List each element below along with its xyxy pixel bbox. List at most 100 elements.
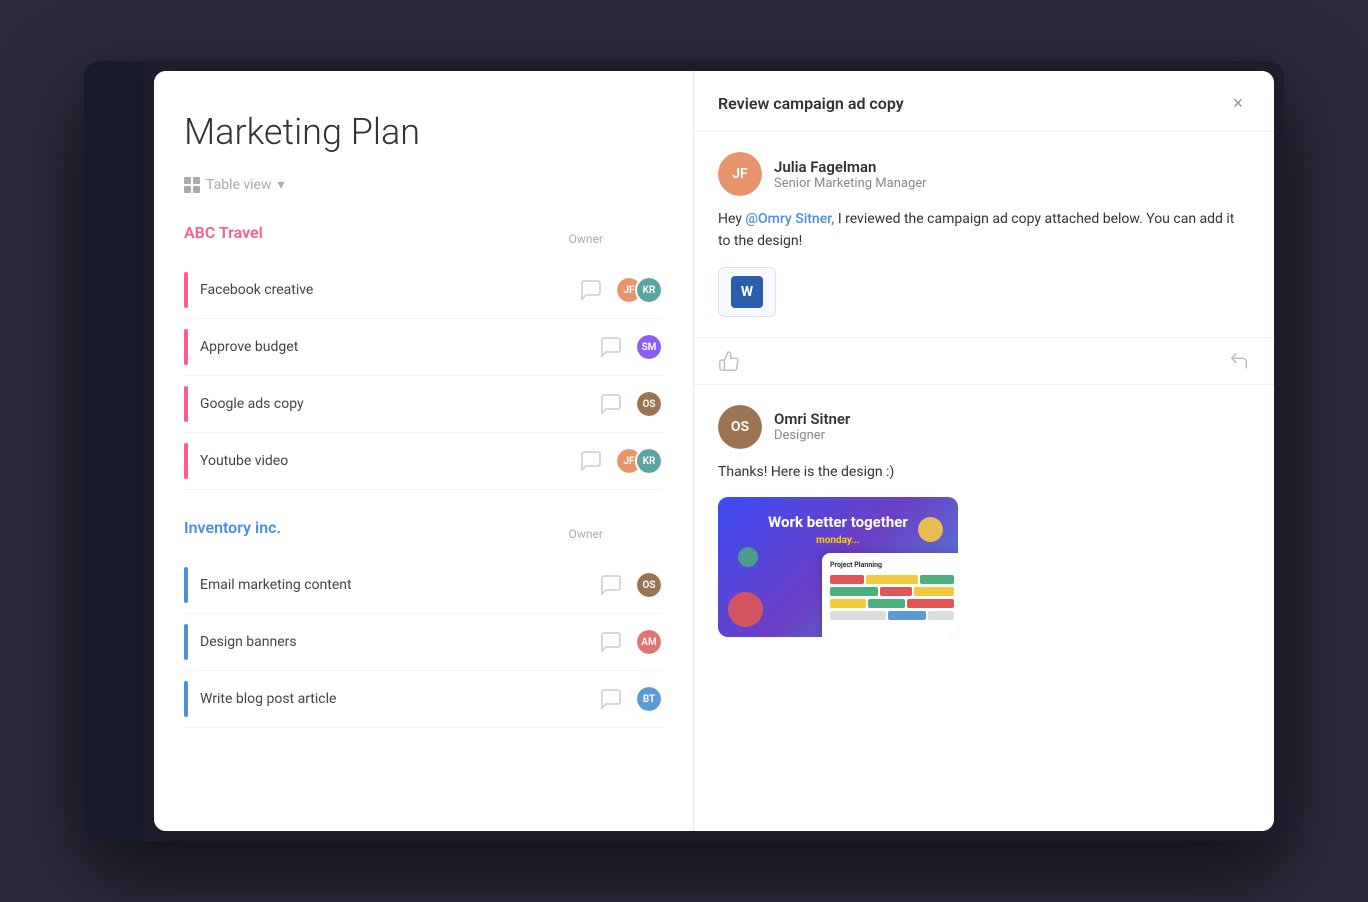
cell	[920, 575, 954, 584]
task-row[interactable]: Youtube video JF KR	[184, 433, 663, 490]
design-card: Project Planning	[822, 553, 958, 637]
task-name: Facebook creative	[200, 282, 579, 298]
cell	[830, 587, 878, 596]
reply-icon	[1228, 350, 1250, 372]
task-actions: BT	[599, 685, 663, 713]
sender-role-julia: Senior Marketing Manager	[774, 176, 927, 191]
avatar-group: AM	[635, 628, 663, 656]
avatar-group: JF KR	[615, 276, 663, 304]
card-row	[830, 575, 954, 584]
card-rows	[830, 575, 954, 620]
close-button[interactable]: ×	[1226, 91, 1250, 115]
task-color-bar	[184, 567, 188, 603]
group-title-abc: ABC Travel	[184, 223, 263, 242]
comment-icon	[599, 630, 623, 654]
design-circle-green	[738, 547, 758, 567]
chevron-down-icon: ▾	[278, 177, 285, 193]
group-abc-travel: ABC Travel Owner Facebook creative JF KR	[184, 223, 663, 490]
cell	[866, 575, 917, 584]
design-circle-yellow	[918, 517, 943, 542]
comment-icon	[599, 687, 623, 711]
task-row[interactable]: Email marketing content OS	[184, 557, 663, 614]
page-title: Marketing Plan	[184, 111, 663, 153]
task-name: Approve budget	[200, 339, 599, 355]
view-label: Table view	[206, 177, 272, 193]
sender-info-omri: Omri Sitner Designer	[774, 410, 850, 443]
card-row	[830, 599, 954, 608]
mention-omry: @Omry Sitner,	[745, 211, 834, 227]
cell	[830, 611, 886, 620]
task-actions: OS	[599, 571, 663, 599]
group-owner-inventory: Owner	[569, 527, 663, 541]
cell	[830, 599, 866, 608]
task-color-bar	[184, 329, 188, 365]
task-actions: AM	[599, 628, 663, 656]
task-row[interactable]: Write blog post article BT	[184, 671, 663, 728]
comment-icon	[599, 335, 623, 359]
comment-icon	[579, 449, 603, 473]
task-color-bar	[184, 681, 188, 717]
sender-avatar-julia: JF	[718, 152, 762, 196]
task-row[interactable]: Facebook creative JF KR	[184, 262, 663, 319]
thumbs-up-icon	[718, 350, 740, 372]
messages-area: JF Julia Fagelman Senior Marketing Manag…	[694, 132, 1274, 831]
avatar: KR	[635, 276, 663, 304]
task-color-bar	[184, 624, 188, 660]
task-row[interactable]: Design banners AM	[184, 614, 663, 671]
avatar: KR	[635, 447, 663, 475]
reply-button[interactable]	[1228, 350, 1250, 372]
cell	[830, 575, 864, 584]
task-row[interactable]: Google ads copy OS	[184, 376, 663, 433]
avatar-group: SM	[635, 333, 663, 361]
avatar: BT	[635, 685, 663, 713]
cell	[888, 611, 926, 620]
message-text-julia: Hey @Omry Sitner, I reviewed the campaig…	[718, 208, 1250, 253]
group-header-inventory: Inventory inc. Owner	[184, 518, 663, 549]
sender-name-julia: Julia Fagelman	[774, 158, 927, 176]
card-row	[830, 611, 954, 620]
right-panel: Review campaign ad copy × JF Julia Fagel…	[694, 71, 1274, 831]
sender-role-omri: Designer	[774, 428, 850, 443]
card-title: Project Planning	[830, 561, 954, 569]
cell	[880, 587, 912, 596]
group-header-abc: ABC Travel Owner	[184, 223, 663, 254]
comment-icon	[579, 278, 603, 302]
cell	[868, 599, 904, 608]
task-name: Google ads copy	[200, 396, 599, 412]
word-icon: W	[731, 276, 763, 308]
reaction-row	[694, 338, 1274, 385]
comment-icon	[599, 392, 623, 416]
message-block-julia: JF Julia Fagelman Senior Marketing Manag…	[694, 132, 1274, 338]
task-name: Email marketing content	[200, 577, 599, 593]
sidebar	[84, 61, 144, 841]
avatar: OS	[635, 571, 663, 599]
table-icon	[184, 177, 200, 193]
like-button[interactable]	[718, 350, 740, 372]
text-prefix: Hey	[718, 211, 745, 227]
task-row[interactable]: Approve budget SM	[184, 319, 663, 376]
cell	[907, 599, 954, 608]
design-preview: Work better together monday... Project P…	[718, 497, 958, 637]
avatar: AM	[635, 628, 663, 656]
attachment: W	[718, 267, 776, 317]
sender-avatar-omri: OS	[718, 405, 762, 449]
task-color-bar	[184, 386, 188, 422]
design-title: Work better together	[768, 513, 908, 531]
left-panel: Marketing Plan Table view ▾ ABC Travel O…	[154, 71, 694, 831]
comment-icon	[599, 573, 623, 597]
design-logo: monday...	[816, 535, 860, 546]
cell	[928, 611, 954, 620]
task-actions: OS	[599, 390, 663, 418]
view-selector[interactable]: Table view ▾	[184, 177, 663, 193]
task-name: Youtube video	[200, 453, 579, 469]
task-color-bar	[184, 272, 188, 308]
message-sender-omri: OS Omri Sitner Designer	[718, 405, 1250, 449]
avatar: OS	[635, 390, 663, 418]
sender-info-julia: Julia Fagelman Senior Marketing Manager	[774, 158, 927, 191]
message-block-omri: OS Omri Sitner Designer Thanks! Here is …	[694, 385, 1274, 657]
screen-wrapper: Marketing Plan Table view ▾ ABC Travel O…	[84, 61, 1284, 841]
task-actions: SM	[599, 333, 663, 361]
task-actions: JF KR	[579, 276, 663, 304]
avatar: SM	[635, 333, 663, 361]
task-name: Design banners	[200, 634, 599, 650]
